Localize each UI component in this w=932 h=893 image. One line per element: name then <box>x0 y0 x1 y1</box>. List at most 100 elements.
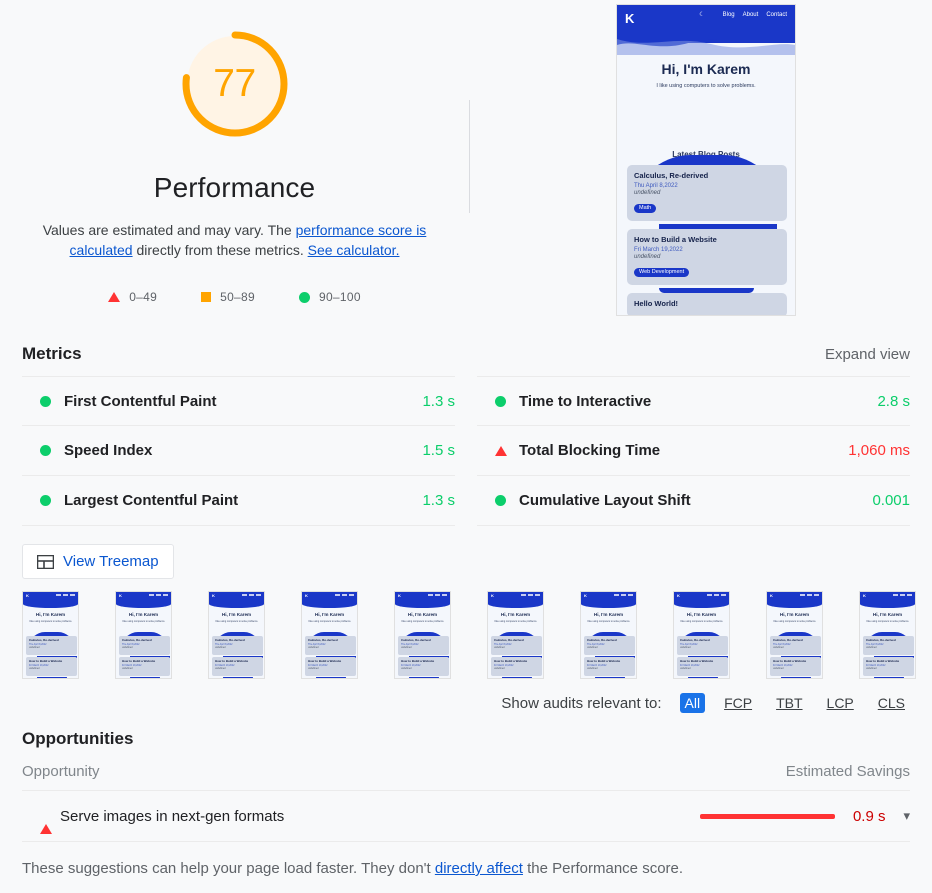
frame-subheading: I like using computers to solve problems… <box>488 620 543 623</box>
metric-value: 1,060 ms <box>848 442 910 459</box>
performance-score-gauge: 77 <box>169 18 301 150</box>
preview-nav-contact: Contact <box>766 12 787 18</box>
metric-row[interactable]: First Contentful Paint 1.3 s <box>22 376 455 426</box>
final-screenshot-preview: K ☾ Blog About Contact Hi, I'm Karem I l… <box>616 4 796 316</box>
audit-filter-chip-lcp[interactable]: LCP <box>822 693 859 713</box>
pass-circle-icon <box>495 396 506 407</box>
frame-card: Calculus, Re-derivedThu April 8,2022unde… <box>863 636 914 655</box>
treemap-icon <box>37 555 54 569</box>
audit-filter-chip-fcp[interactable]: FCP <box>719 693 757 713</box>
opportunities-col-opportunity: Opportunity <box>22 763 100 780</box>
legend-item-average: 50–89 <box>201 290 255 304</box>
frame-subheading: I like using computers to solve problems… <box>581 620 636 623</box>
legend-item-pass: 90–100 <box>299 290 361 304</box>
frame-card: Hello World! <box>26 678 77 679</box>
metric-row[interactable]: Cumulative Layout Shift 0.001 <box>477 476 910 526</box>
see-calculator-link[interactable]: See calculator. <box>308 242 400 258</box>
preview-subheading: I like using computers to solve problems… <box>617 83 795 89</box>
frame-header: K <box>395 592 450 604</box>
metric-name: First Contentful Paint <box>64 393 217 410</box>
filmstrip-frame: KHi, I'm KaremI like using computers to … <box>487 591 544 679</box>
pass-circle-icon <box>299 292 310 303</box>
score-gauge-column: 77 Performance Values are estimated and … <box>0 0 469 304</box>
metric-name: Cumulative Layout Shift <box>519 492 691 509</box>
legend-label-pass: 90–100 <box>319 290 361 304</box>
audit-filter-chip-all[interactable]: All <box>680 693 706 713</box>
metric-row[interactable]: Time to Interactive 2.8 s <box>477 376 910 426</box>
fail-triangle-icon <box>40 807 52 834</box>
frame-heading: Hi, I'm Karem <box>23 612 78 617</box>
metric-row[interactable]: Largest Contentful Paint 1.3 s <box>22 476 455 526</box>
frame-heading: Hi, I'm Karem <box>767 612 822 617</box>
frame-nav <box>149 594 168 596</box>
lighthouse-performance-report: 77 Performance Values are estimated and … <box>0 0 932 893</box>
opportunity-row[interactable]: Serve images in next-gen formats 0.9 s ▾ <box>22 790 910 842</box>
frame-header: K <box>860 592 915 604</box>
audit-filter-label: Show audits relevant to: <box>501 695 661 712</box>
metric-value: 1.3 s <box>422 393 455 410</box>
metric-status-icon <box>22 495 52 506</box>
frame-heading: Hi, I'm Karem <box>488 612 543 617</box>
chevron-down-icon[interactable]: ▾ <box>903 808 910 824</box>
frame-card: How to Build a WebsiteFri March 19,2022u… <box>212 657 263 676</box>
view-treemap-label: View Treemap <box>63 553 159 570</box>
frame-card: How to Build a WebsiteFri March 19,2022u… <box>119 657 170 676</box>
frame-card: Calculus, Re-derivedThu April 8,2022unde… <box>491 636 542 655</box>
frame-nav <box>614 594 633 596</box>
pass-circle-icon <box>40 396 51 407</box>
score-legend: 0–49 50–89 90–100 <box>108 290 361 304</box>
metric-name: Total Blocking Time <box>519 442 660 459</box>
frame-subheading: I like using computers to solve problems… <box>302 620 357 623</box>
frame-card: Calculus, Re-derivedThu April 8,2022unde… <box>398 636 449 655</box>
frame-card: How to Build a WebsiteFri March 19,2022u… <box>305 657 356 676</box>
opportunity-status-icon <box>22 807 48 825</box>
metrics-header: Metrics Expand view <box>0 344 932 364</box>
metric-row[interactable]: Speed Index 1.5 s <box>22 426 455 476</box>
opportunity-name: Serve images in next-gen formats <box>60 808 284 825</box>
frame-heading: Hi, I'm Karem <box>860 612 915 617</box>
frame-card: Calculus, Re-derivedThu April 8,2022unde… <box>677 636 728 655</box>
frame-header: K <box>116 592 171 604</box>
frame-heading: Hi, I'm Karem <box>209 612 264 617</box>
frame-card: Hello World! <box>398 678 449 679</box>
frame-heading: Hi, I'm Karem <box>302 612 357 617</box>
expand-view-button[interactable]: Expand view <box>825 346 910 363</box>
audit-filter-chip-cls[interactable]: CLS <box>873 693 910 713</box>
frame-card: How to Build a WebsiteFri March 19,2022u… <box>677 657 728 676</box>
directly-affect-link[interactable]: directly affect <box>435 860 523 877</box>
score-value: 77 <box>169 18 301 150</box>
filmstrip-frame: KHi, I'm KaremI like using computers to … <box>208 591 265 679</box>
frame-heading: Hi, I'm Karem <box>116 612 171 617</box>
frame-subheading: I like using computers to solve problems… <box>767 620 822 623</box>
opportunity-savings-value: 0.9 s <box>853 808 886 825</box>
metric-status-icon <box>477 495 507 506</box>
frame-subheading: I like using computers to solve problems… <box>23 620 78 623</box>
preview-wave-decoration <box>617 31 795 55</box>
audit-filter-chip-tbt[interactable]: TBT <box>771 693 807 713</box>
preview-site-header: K ☾ Blog About Contact <box>617 5 795 43</box>
filmstrip-frame: KHi, I'm KaremI like using computers to … <box>673 591 730 679</box>
screenshot-filmstrip: K Hi, I'm Karem I like using computers to … <box>0 579 932 679</box>
frame-subheading: I like using computers to solve problems… <box>395 620 450 623</box>
preview-card-date: Fri March 19,2022 <box>634 247 780 253</box>
score-description-text-2: directly from these metrics. <box>133 242 308 258</box>
frame-card: Hello World! <box>770 678 821 679</box>
view-treemap-button[interactable]: View Treemap <box>22 544 174 579</box>
preview-nav: ☾ Blog About Contact <box>699 11 787 18</box>
average-square-icon <box>201 292 211 302</box>
filmstrip-frame: KHi, I'm KaremI like using computers to … <box>859 591 916 679</box>
frame-nav <box>707 594 726 596</box>
frame-nav <box>800 594 819 596</box>
metric-value: 2.8 s <box>877 393 910 410</box>
metric-status-icon <box>22 445 52 456</box>
preview-blog-card: Calculus, Re-derived Thu April 8,2022 un… <box>627 165 787 221</box>
metric-row[interactable]: Total Blocking Time 1,060 ms <box>477 426 910 476</box>
preview-card-title: Hello World! <box>634 299 780 308</box>
filmstrip-frame: KHi, I'm KaremI like using computers to … <box>22 591 79 679</box>
metrics-title: Metrics <box>22 344 82 364</box>
fail-triangle-icon <box>495 446 507 456</box>
filmstrip-frame: KHi, I'm KaremI like using computers to … <box>580 591 637 679</box>
frame-card: Hello World! <box>491 678 542 679</box>
frame-card: How to Build a WebsiteFri March 19,2022u… <box>770 657 821 676</box>
frame-heading: Hi, I'm Karem <box>395 612 450 617</box>
